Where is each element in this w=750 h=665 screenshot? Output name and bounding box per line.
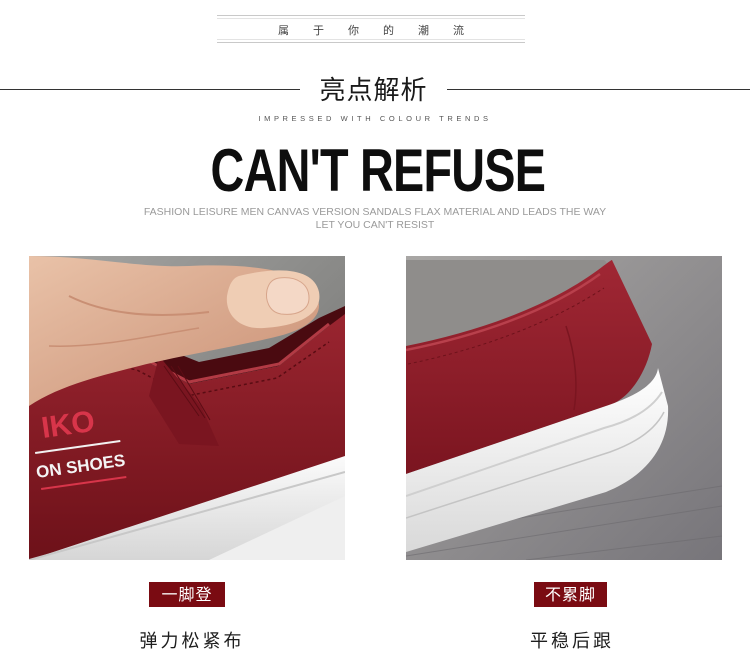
feature-caption-heel: 平稳后跟: [530, 631, 614, 652]
slogan-text: 属于你的潮流: [278, 24, 488, 37]
feature-tag-comfort: 不累脚: [534, 582, 607, 607]
elastic-fabric-photo: IKO ON SHOES: [29, 256, 345, 560]
section-title: 亮点解析: [319, 76, 428, 106]
heading-rule-left: [0, 89, 300, 90]
description-line-1: FASHION LEISURE MEN CANVAS VERSION SANDA…: [143, 206, 607, 218]
description-line-2: LET YOU CAN'T RESIST: [315, 219, 435, 231]
heel-photo: [406, 256, 722, 560]
headline: CAN'T REFUSE: [210, 137, 546, 204]
tagline-en: IMPRESSED WITH COLOUR TRENDS: [258, 114, 492, 123]
feature-tag-slip-on: 一脚登: [149, 582, 225, 607]
heading-rule-right: [447, 89, 750, 90]
slogan-banner: 属于你的潮流: [217, 15, 525, 43]
feature-caption-elastic: 弹力松紧布: [139, 631, 245, 652]
